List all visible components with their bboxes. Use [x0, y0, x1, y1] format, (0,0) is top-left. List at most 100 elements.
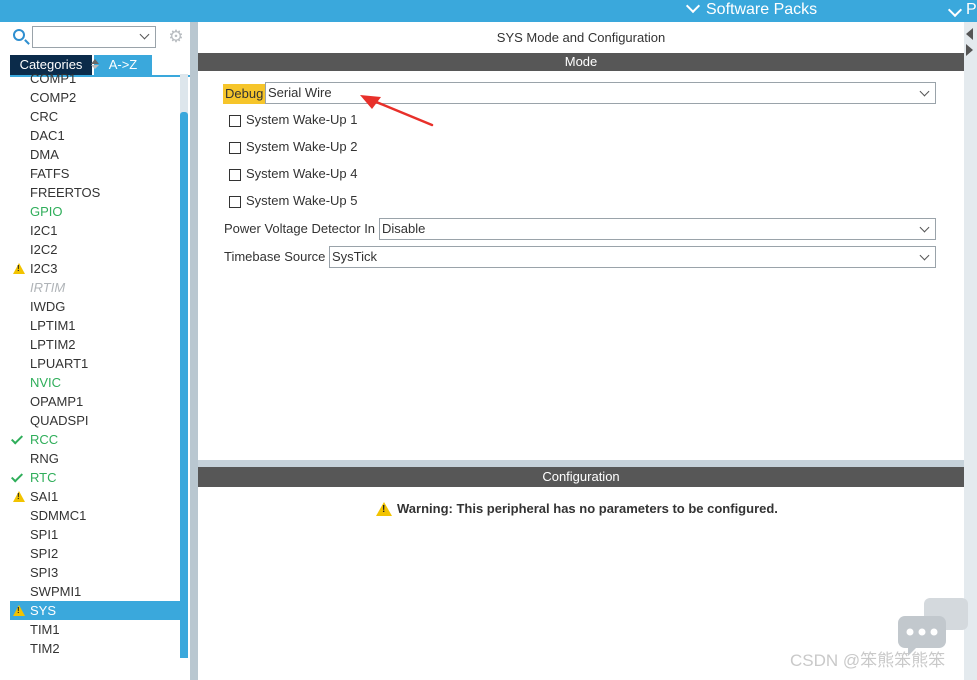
sidebar-item-fatfs[interactable]: FATFS — [10, 164, 180, 183]
sidebar-item-i2c3[interactable]: I2C3 — [10, 259, 180, 278]
sidebar-item-lptim2[interactable]: LPTIM2 — [10, 335, 180, 354]
sidebar-item-sai1[interactable]: SAI1 — [10, 487, 180, 506]
sidebar-item-label: COMP2 — [30, 90, 77, 105]
sidebar-item-tim2[interactable]: TIM2 — [10, 639, 180, 658]
sidebar-item-dma[interactable]: DMA — [10, 145, 180, 164]
sidebar-item-label: QUADSPI — [30, 413, 89, 428]
sidebar-item-tim1[interactable]: TIM1 — [10, 620, 180, 639]
sidebar-item-label: I2C1 — [30, 223, 58, 238]
pvd-label: Power Voltage Detector In — [224, 221, 376, 236]
sidebar-item-rng[interactable]: RNG — [10, 449, 180, 468]
software-packs-label: Software Packs — [706, 1, 818, 18]
top-bar: Software Packs P — [0, 0, 977, 22]
sidebar-item-spi1[interactable]: SPI1 — [10, 525, 180, 544]
sidebar-item-dac1[interactable]: DAC1 — [10, 126, 180, 145]
configuration-header: Configuration — [198, 467, 964, 487]
wakeup-4-checkbox[interactable] — [229, 169, 241, 181]
scrollbar-thumb[interactable] — [180, 112, 188, 658]
timebase-select-value: SysTick — [332, 249, 378, 264]
sidebar-item-label: SAI1 — [30, 489, 59, 504]
warning-icon — [13, 491, 25, 502]
sidebar-item-label: LPUART1 — [30, 356, 89, 371]
debug-select-value: Serial Wire — [268, 85, 332, 100]
sidebar-item-label: DMA — [30, 147, 59, 162]
sidebar-item-label: CRC — [30, 109, 59, 124]
search-input[interactable] — [32, 26, 156, 48]
sidebar-item-rtc[interactable]: RTC — [10, 468, 180, 487]
warning-icon — [13, 605, 25, 616]
warning-icon — [376, 502, 392, 516]
sidebar-item-label: RNG — [30, 451, 59, 466]
sidebar-item-i2c2[interactable]: I2C2 — [10, 240, 180, 259]
timebase-select[interactable]: SysTick — [329, 246, 936, 268]
sidebar-item-label: TIM1 — [30, 622, 60, 637]
sidebar-item-label: NVIC — [30, 375, 62, 390]
sidebar-item-label: SWPMI1 — [30, 584, 82, 599]
sidebar-item-freertos[interactable]: FREERTOS — [10, 183, 180, 202]
sidebar-item-swpmi1[interactable]: SWPMI1 — [10, 582, 180, 601]
debug-label: Debug — [223, 84, 266, 104]
sidebar-item-label: IWDG — [30, 299, 66, 314]
sidebar-item-sdmmc1[interactable]: SDMMC1 — [10, 506, 180, 525]
sidebar-item-lpuart1[interactable]: LPUART1 — [10, 354, 180, 373]
wakeup-1-checkbox[interactable] — [229, 115, 241, 127]
software-packs-menu[interactable]: Software Packs — [685, 0, 818, 22]
chevron-down-icon[interactable] — [919, 250, 930, 261]
sidebar-item-iwdg[interactable]: IWDG — [10, 297, 180, 316]
sidebar-item-label: OPAMP1 — [30, 394, 84, 409]
panel-divider[interactable] — [190, 22, 198, 680]
chevron-down-icon[interactable] — [947, 2, 963, 18]
sidebar-item-opamp1[interactable]: OPAMP1 — [10, 392, 180, 411]
sidebar-item-rcc[interactable]: RCC — [10, 430, 180, 449]
sidebar-item-label: LPTIM2 — [30, 337, 76, 352]
sidebar-item-label: SYS — [30, 603, 57, 618]
sidebar-item-label: SDMMC1 — [30, 508, 87, 523]
chevron-down-icon[interactable] — [139, 29, 150, 40]
chevron-down-icon — [685, 0, 701, 14]
chat-bubble-icon — [898, 598, 968, 656]
sidebar-item-quadspi[interactable]: QUADSPI — [10, 411, 180, 430]
sidebar-item-crc[interactable]: CRC — [10, 107, 180, 126]
sidebar-item-irtim[interactable]: IRTIM — [10, 278, 180, 297]
sidebar-item-label: IRTIM — [30, 280, 66, 295]
chevron-down-icon[interactable] — [919, 86, 930, 97]
sidebar-item-comp1[interactable]: COMP1 — [10, 69, 180, 88]
search-icon[interactable] — [13, 29, 25, 41]
sidebar-item-label: RCC — [30, 432, 59, 447]
annotation-arrow — [360, 95, 434, 127]
sidebar-item-i2c1[interactable]: I2C1 — [10, 221, 180, 240]
mode-header: Mode — [198, 53, 964, 71]
sidebar-item-sys[interactable]: SYS — [10, 601, 180, 620]
wakeup-1-label: System Wake-Up 1 — [246, 112, 358, 127]
pinout-menu-cut-label[interactable]: P — [966, 0, 977, 20]
sidebar-item-spi3[interactable]: SPI3 — [10, 563, 180, 582]
expand-right-icon[interactable] — [966, 44, 973, 56]
sidebar-item-label: I2C2 — [30, 242, 58, 257]
sidebar-item-spi2[interactable]: SPI2 — [10, 544, 180, 563]
gear-icon[interactable]: ⚙ — [167, 28, 185, 46]
wakeup-2-checkbox[interactable] — [229, 142, 241, 154]
sidebar-item-label: DAC1 — [30, 128, 65, 143]
right-rail — [964, 22, 977, 680]
sidebar-item-label: FATFS — [30, 166, 70, 181]
sidebar-item-gpio[interactable]: GPIO — [10, 202, 180, 221]
sidebar-item-label: COMP1 — [30, 71, 77, 86]
check-icon — [10, 432, 24, 445]
watermark: CSDN @笨熊笨熊笨 — [790, 651, 946, 670]
timebase-label: Timebase Source — [224, 249, 326, 264]
warning-text: Warning: This peripheral has no paramete… — [397, 501, 778, 516]
panel-splitter[interactable] — [198, 460, 964, 467]
wakeup-5-checkbox[interactable] — [229, 196, 241, 208]
sidebar-item-label: SPI1 — [30, 527, 59, 542]
wakeup-2-label: System Wake-Up 2 — [246, 139, 358, 154]
sidebar-item-comp2[interactable]: COMP2 — [10, 88, 180, 107]
sidebar-item-lptim1[interactable]: LPTIM1 — [10, 316, 180, 335]
chevron-down-icon[interactable] — [919, 222, 930, 233]
collapse-left-icon[interactable] — [966, 28, 973, 40]
warning-icon — [13, 263, 25, 274]
pvd-select[interactable]: Disable — [379, 218, 936, 240]
sidebar-item-nvic[interactable]: NVIC — [10, 373, 180, 392]
peripheral-list: COMP1 COMP2 CRC DAC1 DMA FATFS FREERTOS GPIO I2C… — [10, 69, 180, 658]
sidebar-item-label: I2C3 — [30, 261, 58, 276]
sidebar-item-label: SPI3 — [30, 565, 59, 580]
